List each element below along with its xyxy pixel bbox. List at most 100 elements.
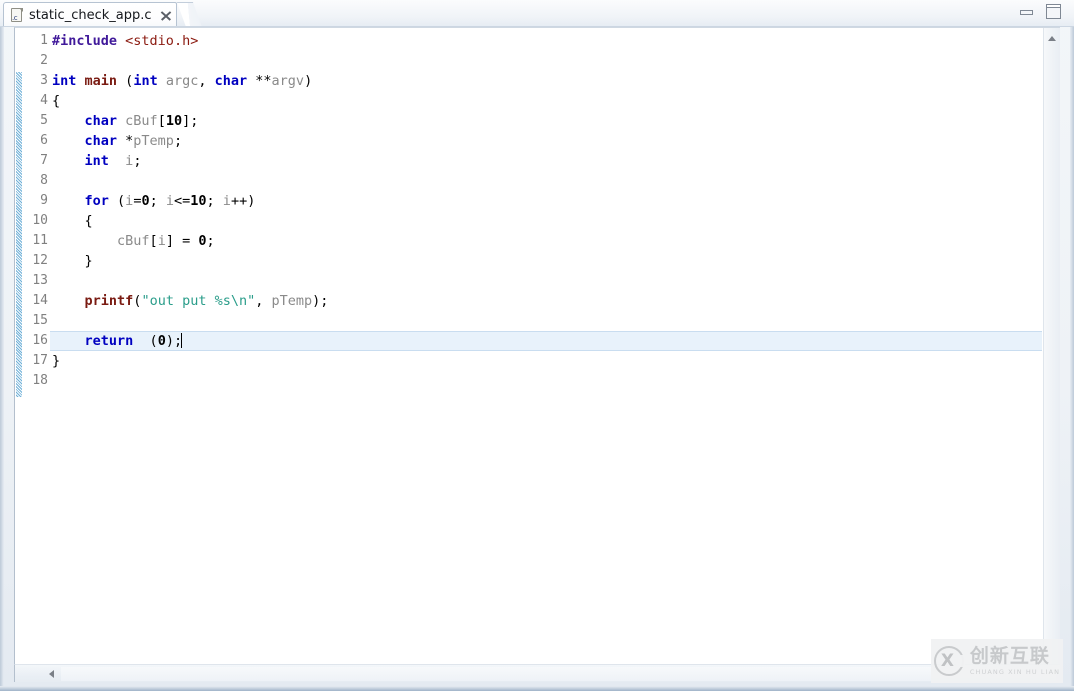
line-number: 2: [40, 53, 48, 68]
code-token: ,: [255, 293, 272, 309]
horizontal-scroll-track[interactable]: [61, 667, 1056, 681]
line-number: 17: [32, 353, 48, 368]
horizontal-scrollbar[interactable]: [14, 664, 1060, 682]
code-token: (: [133, 333, 158, 349]
line-number: 11: [32, 233, 48, 248]
code-line[interactable]: printf("out put %s\n", pTemp);: [50, 291, 1042, 311]
code-line[interactable]: [50, 171, 1042, 191]
maximize-icon[interactable]: [1046, 4, 1061, 19]
line-number: 1: [40, 33, 48, 48]
line-number: 16: [32, 333, 48, 348]
tab-title: static_check_app.c: [29, 7, 152, 23]
code-token: cBuf: [125, 113, 158, 129]
line-number: 18: [32, 373, 48, 388]
code-token: ;: [206, 193, 223, 209]
code-token: int: [133, 73, 158, 89]
code-line[interactable]: for (i=0; i<=10; i++): [50, 191, 1042, 211]
code-line[interactable]: char cBuf[10];: [50, 111, 1042, 131]
line-number: 12: [32, 253, 48, 268]
code-line[interactable]: [50, 51, 1042, 71]
code-token: {: [52, 213, 93, 229]
code-line[interactable]: {: [50, 91, 1042, 111]
scroll-up-icon[interactable]: [1044, 30, 1060, 46]
code-token: ;: [173, 133, 183, 149]
code-line[interactable]: char *pTemp;: [50, 131, 1042, 151]
code-line[interactable]: int i;: [50, 151, 1042, 171]
code-token: 0: [141, 193, 150, 209]
code-token: }: [52, 353, 61, 369]
code-token: argv: [271, 73, 305, 89]
line-number-ruler: 1 2 3 4 5 6 7 8 9 10 11 12 13 14 15 16 17 18: [23, 28, 49, 664]
code-token: pTemp: [271, 293, 313, 309]
code-token: 10: [165, 113, 183, 129]
tab-slant-decoration: [176, 2, 202, 27]
code-token: {: [52, 93, 61, 109]
folding-ruler[interactable]: [15, 28, 23, 664]
code-token: );: [165, 333, 183, 349]
vertical-scrollbar[interactable]: [1043, 28, 1060, 664]
code-token: (: [108, 193, 126, 209]
code-token: pTemp: [133, 133, 174, 149]
scroll-left-icon[interactable]: [43, 666, 59, 682]
code-text-area[interactable]: #include <stdio.h> int main (int argc, c…: [50, 28, 1042, 664]
code-token: int: [84, 153, 109, 169]
code-token: <stdio.h>: [125, 33, 199, 49]
line-number: 9: [40, 193, 48, 208]
line-number: 10: [32, 213, 48, 228]
code-line[interactable]: [50, 371, 1042, 391]
code-token: int: [52, 73, 77, 89]
code-token: **: [255, 73, 272, 89]
code-token: "out put %s\n": [141, 293, 256, 309]
code-token: [: [149, 233, 158, 249]
line-number: 4: [40, 93, 48, 108]
code-token: }: [52, 253, 93, 269]
code-line[interactable]: #include <stdio.h>: [50, 31, 1042, 51]
editor-window: .c static_check_app.c 1 2 3 4 5 6 7 8 9 10 11 12 13 1…: [0, 0, 1074, 691]
line-number: 14: [32, 293, 48, 308]
code-line[interactable]: return (0);: [50, 331, 1042, 351]
code-token: *: [117, 133, 134, 149]
line-number: 6: [40, 133, 48, 148]
code-line[interactable]: [50, 311, 1042, 331]
code-line[interactable]: [50, 271, 1042, 291]
code-line[interactable]: int main (int argc, char **argv): [50, 71, 1042, 91]
code-editor[interactable]: 1 2 3 4 5 6 7 8 9 10 11 12 13 14 15 16 17 18 #include <st…: [14, 27, 1060, 664]
window-border-bottom: [0, 686, 1074, 691]
line-number: 13: [32, 273, 48, 288]
code-token: ;: [206, 233, 215, 249]
code-token: i: [222, 193, 231, 209]
code-line[interactable]: cBuf[i] = 0;: [50, 231, 1042, 251]
code-token: ,: [198, 73, 215, 89]
editor-tab-static-check-app-c[interactable]: .c static_check_app.c: [3, 2, 177, 27]
code-token: ): [304, 73, 313, 89]
line-number: 3: [40, 73, 48, 88]
code-token: ;: [149, 193, 166, 209]
line-number: 5: [40, 113, 48, 128]
minimize-icon[interactable]: [1020, 7, 1033, 18]
code-token: 0: [157, 333, 166, 349]
code-token: 10: [190, 193, 207, 209]
code-line[interactable]: }: [50, 351, 1042, 371]
line-number: 8: [40, 173, 48, 188]
close-icon[interactable]: [159, 9, 172, 22]
code-token: argc: [165, 73, 199, 89]
code-token: char: [214, 73, 248, 89]
code-line[interactable]: {: [50, 211, 1042, 231]
change-bar-indicator: [16, 72, 22, 397]
code-token: ;: [133, 153, 142, 169]
code-line[interactable]: }: [50, 251, 1042, 271]
editor-tab-bar: .c static_check_app.c: [0, 0, 1074, 27]
code-token: char: [84, 113, 118, 129]
code-token: printf: [84, 293, 134, 309]
code-token: char: [84, 133, 118, 149]
